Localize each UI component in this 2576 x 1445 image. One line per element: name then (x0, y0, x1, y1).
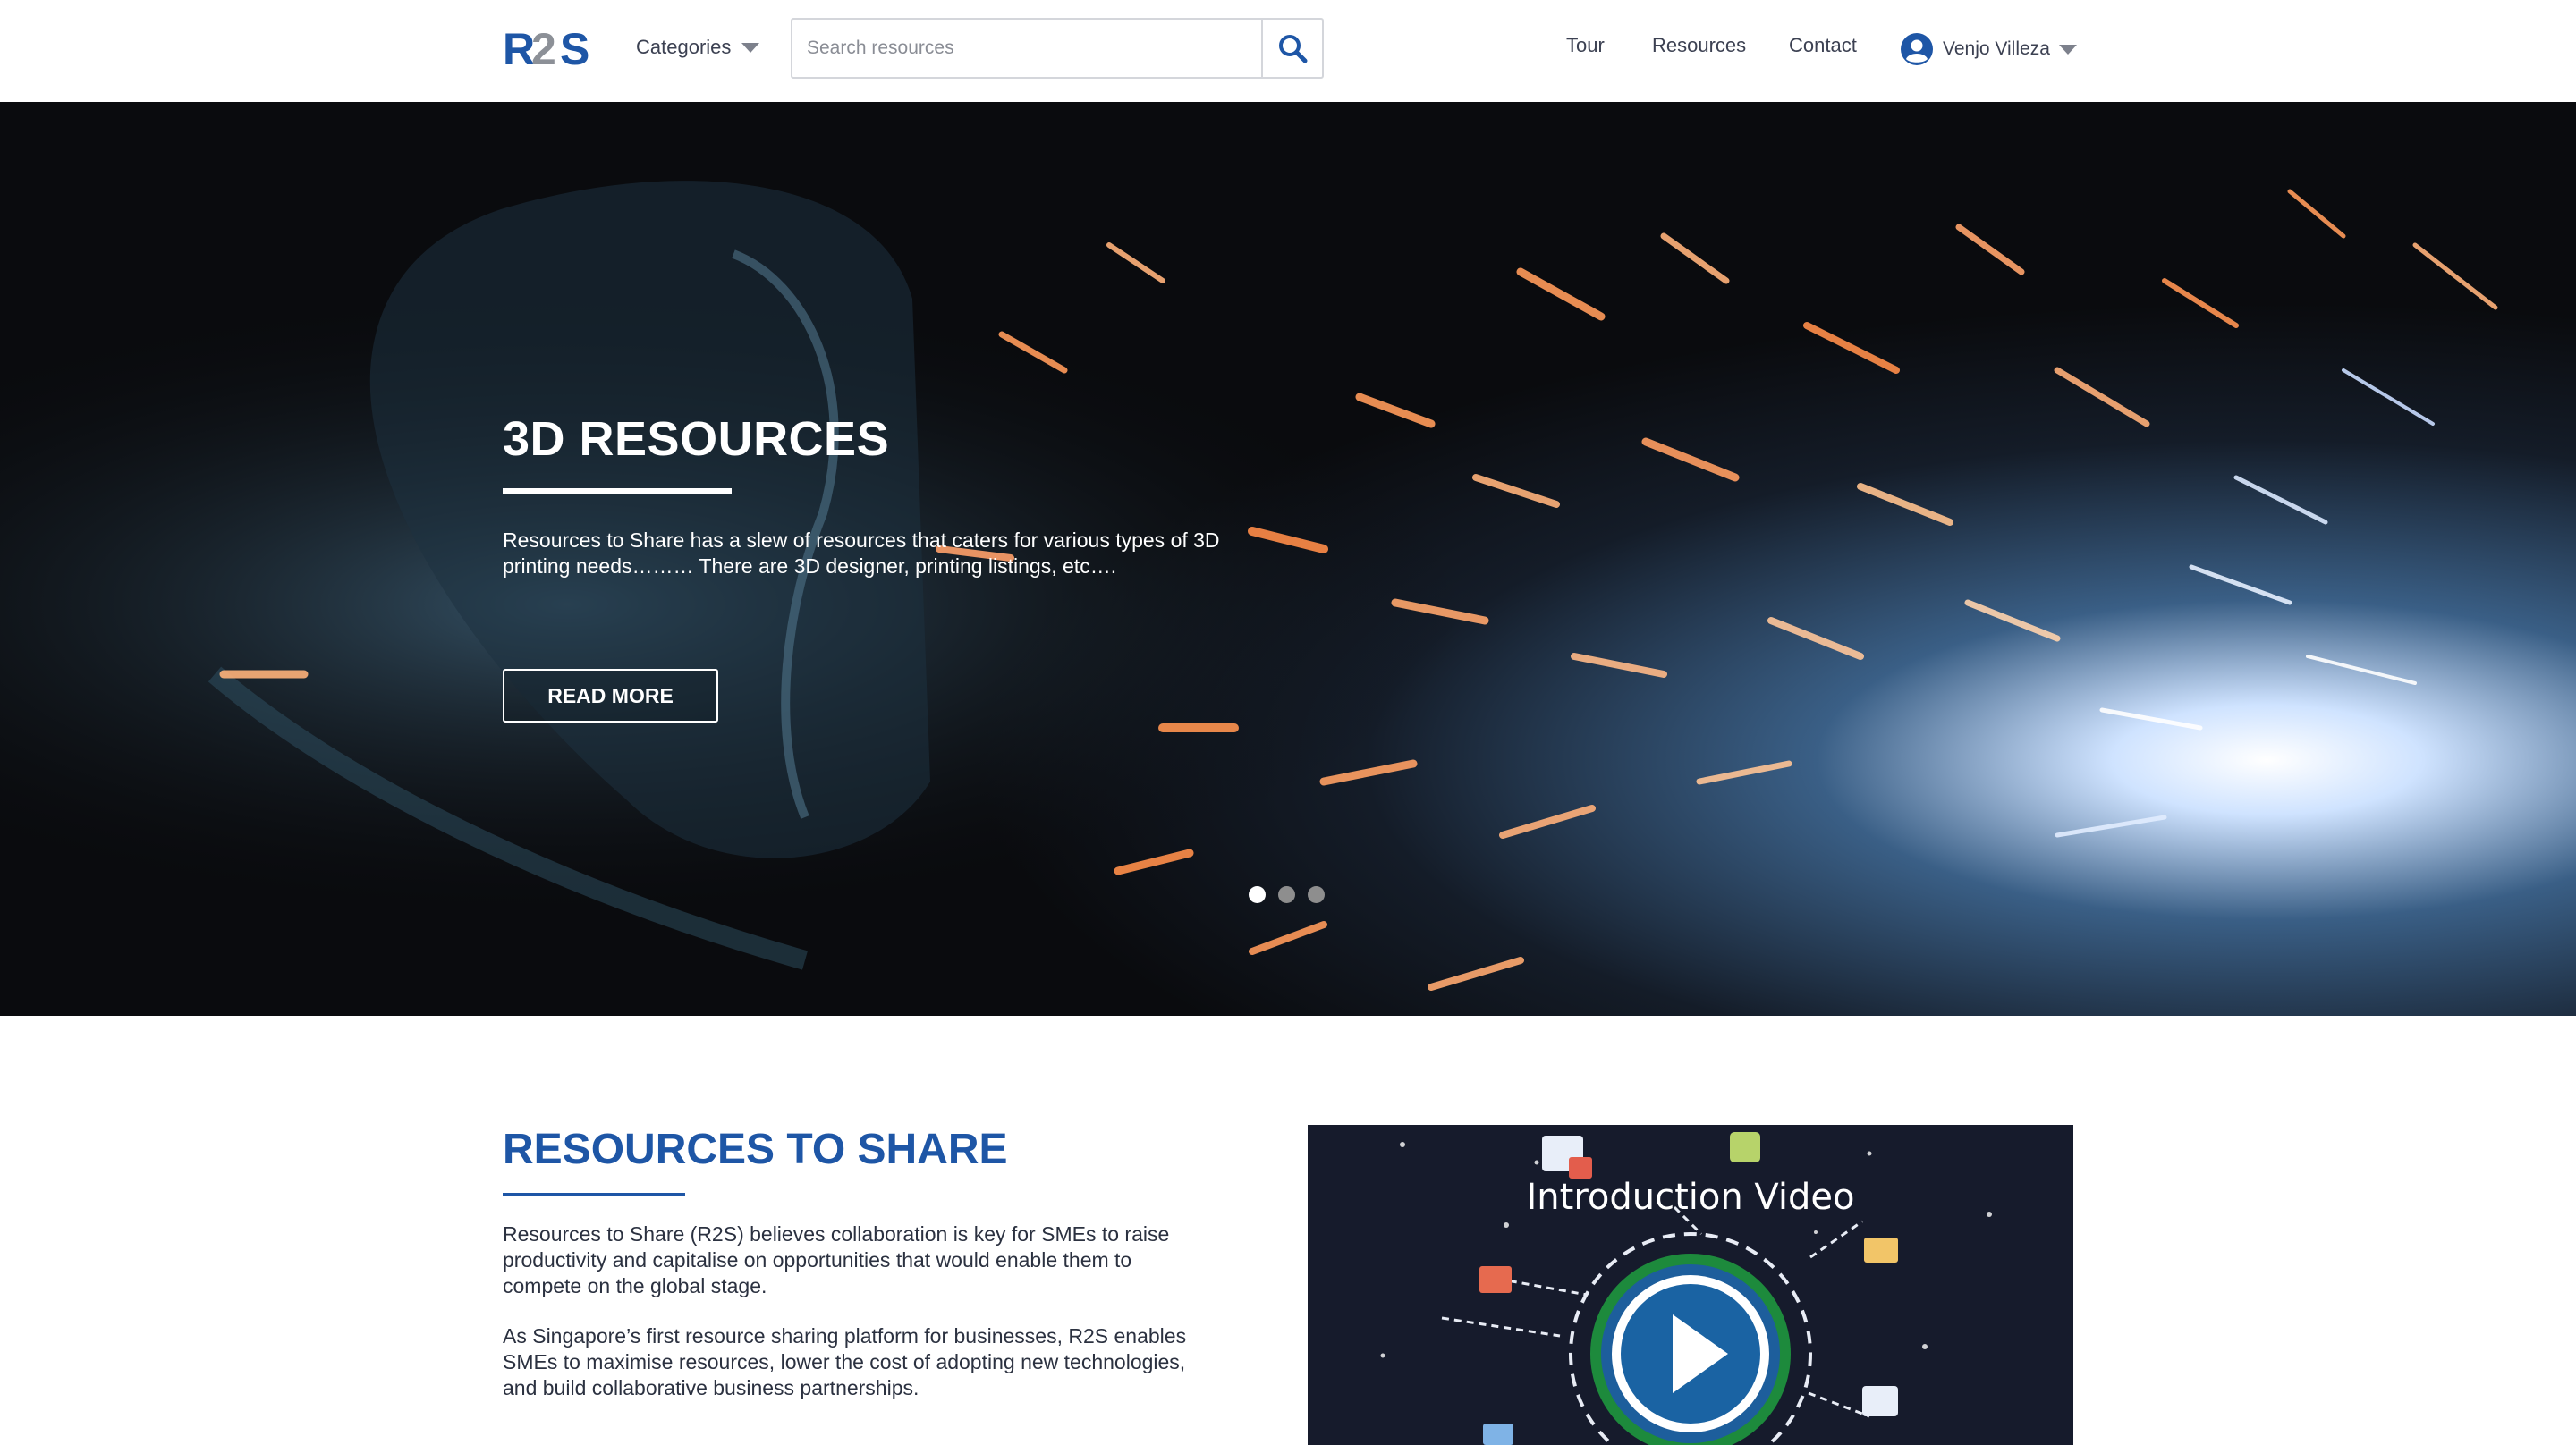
nav-contact-link[interactable]: Contact (1789, 34, 1857, 57)
hero-title-underline (503, 488, 732, 494)
nav-resources-link[interactable]: Resources (1652, 34, 1746, 57)
svg-text:2: 2 (531, 27, 555, 70)
site-header: R 2 S Categories Tour Resources Contact … (0, 0, 2576, 102)
hero-title: 3D RESOURCES (503, 412, 890, 466)
search-icon (1279, 35, 1308, 63)
introduction-video[interactable]: Introduction Video (1308, 1125, 2073, 1445)
carousel-indicators (1249, 886, 1325, 903)
search-input[interactable] (792, 20, 1261, 77)
categories-dropdown[interactable]: Categories (636, 34, 760, 61)
svg-text:S: S (560, 27, 589, 70)
user-menu[interactable]: Venjo Villeza (1900, 32, 2077, 66)
search-bar (791, 18, 1324, 79)
svg-text:R: R (503, 27, 535, 70)
categories-label: Categories (636, 36, 732, 58)
hero-carousel: 3D RESOURCES Resources to Share has a sl… (0, 102, 2576, 1016)
hero-background-image (0, 102, 2576, 1016)
about-paragraph-1: Resources to Share (R2S) believes collab… (503, 1222, 1170, 1297)
play-icon[interactable] (1621, 1284, 1760, 1424)
nav-tour-link[interactable]: Tour (1566, 34, 1605, 57)
read-more-button[interactable]: READ MORE (503, 669, 718, 722)
search-button[interactable] (1261, 20, 1322, 77)
carousel-dot-3[interactable] (1308, 886, 1325, 903)
r2s-logo[interactable]: R 2 S (503, 24, 597, 74)
about-title-underline (503, 1193, 685, 1196)
hero-description: Resources to Share has a slew of resourc… (503, 528, 1220, 578)
chevron-down-icon (741, 42, 760, 53)
about-title: RESOURCES TO SHARE (503, 1126, 1008, 1173)
user-avatar-icon (1901, 33, 1933, 65)
chevron-down-icon (2058, 44, 2077, 55)
carousel-dot-2[interactable] (1278, 886, 1295, 903)
user-name: Venjo Villeza (1943, 38, 2050, 59)
carousel-dot-1[interactable] (1249, 886, 1266, 903)
video-title: Introduction Video (1526, 1177, 1855, 1218)
about-paragraph-2: As Singapore’s first resource sharing pl… (503, 1324, 1187, 1399)
